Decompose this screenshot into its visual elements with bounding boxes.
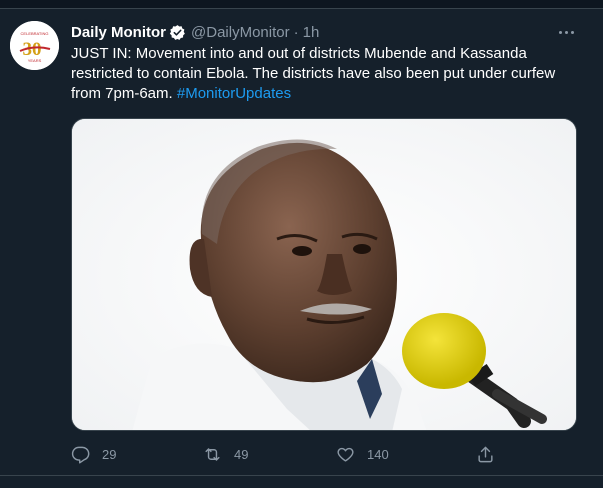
photo-image [72, 119, 576, 430]
avatar-top-text: CELEBRATING [21, 31, 49, 36]
top-divider [0, 0, 603, 9]
avatar[interactable]: CELEBRATING 30 YEARS [10, 21, 59, 70]
bottom-divider [0, 475, 603, 476]
tweet-actions: 29 49 140 [71, 443, 501, 465]
tweet-text-line: JUST IN: Movement into and out of distri… [71, 45, 527, 62]
retweet-count: 49 [234, 446, 249, 462]
like-count: 140 [367, 446, 389, 462]
tweet-photo[interactable] [71, 118, 577, 431]
share-button[interactable] [476, 443, 495, 465]
like-button[interactable]: 140 [336, 443, 389, 465]
tweet-card[interactable]: CELEBRATING 30 YEARS Daily Monitor @Dail… [0, 0, 603, 488]
avatar-bottom-text: YEARS [28, 58, 42, 63]
separator-dot: · [293, 23, 299, 41]
tweet-header: Daily Monitor @DailyMonitor · 1h [71, 22, 319, 42]
tweet-text-line: from 7pm-6am. #MonitorUpdates [71, 84, 581, 104]
retweet-icon [205, 447, 220, 461]
reply-button[interactable]: 29 [71, 443, 116, 465]
reply-count: 29 [102, 446, 117, 462]
more-options-icon[interactable] [555, 22, 577, 42]
display-name[interactable]: Daily Monitor [71, 24, 166, 41]
daily-monitor-logo: CELEBRATING 30 YEARS [10, 21, 59, 70]
tweet-text-line: restricted to contain Ebola. The distric… [71, 65, 556, 82]
tweet-text: JUST IN: Movement into and out of distri… [71, 44, 581, 104]
tweet-text-line-start: from 7pm-6am. [71, 85, 177, 102]
share-icon [478, 446, 493, 462]
hashtag-link[interactable]: #MonitorUpdates [177, 85, 291, 102]
retweet-button[interactable]: 49 [203, 443, 248, 465]
verified-badge-icon [169, 24, 186, 41]
handle[interactable]: @DailyMonitor [191, 24, 290, 41]
heart-icon [337, 447, 354, 462]
timestamp[interactable]: 1h [303, 24, 320, 41]
reply-icon [71, 446, 90, 464]
